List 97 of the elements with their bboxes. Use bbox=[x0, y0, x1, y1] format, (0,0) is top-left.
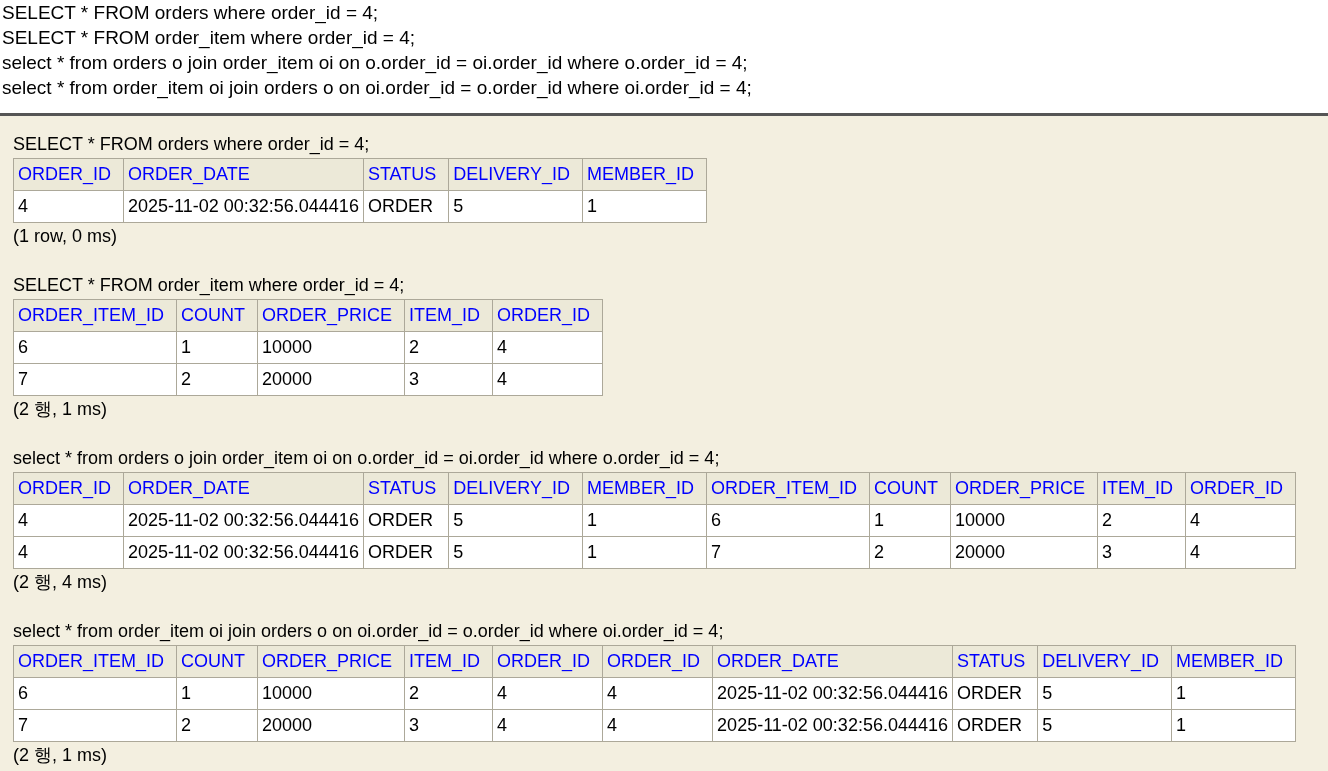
column-header: MEMBER_ID bbox=[582, 158, 707, 191]
column-header: STATUS bbox=[363, 472, 449, 505]
table-cell: 5 bbox=[448, 504, 583, 537]
column-header: ITEM_ID bbox=[1097, 472, 1186, 505]
table-cell: 5 bbox=[448, 190, 583, 223]
table-cell: 4 bbox=[492, 331, 603, 364]
column-header: ORDER_PRICE bbox=[257, 299, 405, 332]
table-cell: 2 bbox=[404, 677, 493, 710]
table-cell: 10000 bbox=[950, 504, 1098, 537]
table-cell: 2025-11-02 00:32:56.044416 bbox=[123, 504, 364, 537]
table-cell: 1 bbox=[176, 331, 258, 364]
table-cell: 1 bbox=[1171, 677, 1296, 710]
column-header: ORDER_ID bbox=[1185, 472, 1296, 505]
table-cell: 2 bbox=[869, 536, 951, 569]
table-cell: 2 bbox=[1097, 504, 1186, 537]
column-header: ORDER_ID bbox=[492, 645, 603, 678]
column-header: MEMBER_ID bbox=[582, 472, 707, 505]
table-cell: 2025-11-02 00:32:56.044416 bbox=[712, 709, 953, 742]
column-header: DELIVERY_ID bbox=[448, 158, 583, 191]
result-summary: (2 행, 1 ms) bbox=[13, 399, 107, 419]
table-cell: 1 bbox=[176, 677, 258, 710]
sql-statement: select * from orders o join order_item oi on o.order_id = oi.order_id where o.order_id = 4; bbox=[2, 51, 748, 75]
table-cell: 2 bbox=[176, 709, 258, 742]
table-cell: 6 bbox=[13, 331, 177, 364]
column-header: COUNT bbox=[869, 472, 951, 505]
column-header: ORDER_PRICE bbox=[257, 645, 405, 678]
table-cell: ORDER bbox=[363, 536, 449, 569]
query-text: SELECT * FROM order_item where order_id = 4; bbox=[13, 275, 405, 295]
table-cell: 1 bbox=[1171, 709, 1296, 742]
column-header: MEMBER_ID bbox=[1171, 645, 1296, 678]
query-text: select * from order_item oi join orders o on oi.order_id = o.order_id where oi.order_id = 4; bbox=[13, 621, 724, 641]
table-cell: 4 bbox=[13, 190, 124, 223]
table-cell: 6 bbox=[13, 677, 177, 710]
column-header: DELIVERY_ID bbox=[448, 472, 583, 505]
table-cell: 20000 bbox=[257, 363, 405, 396]
column-header: ORDER_ID bbox=[602, 645, 713, 678]
column-header: COUNT bbox=[176, 299, 258, 332]
table-cell: 7 bbox=[706, 536, 870, 569]
table-cell: ORDER bbox=[952, 677, 1038, 710]
table-cell: 4 bbox=[1185, 504, 1296, 537]
column-header: ITEM_ID bbox=[404, 299, 493, 332]
table-cell: 4 bbox=[492, 709, 603, 742]
table-cell: 4 bbox=[13, 536, 124, 569]
table-cell: 2 bbox=[404, 331, 493, 364]
table-cell: 5 bbox=[448, 536, 583, 569]
table-cell: 3 bbox=[1097, 536, 1186, 569]
column-header: ORDER_DATE bbox=[123, 472, 364, 505]
column-header: ORDER_PRICE bbox=[950, 472, 1098, 505]
table-cell: 4 bbox=[602, 677, 713, 710]
column-header: STATUS bbox=[363, 158, 449, 191]
table-cell: 2025-11-02 00:32:56.044416 bbox=[123, 190, 364, 223]
table-cell: ORDER bbox=[363, 190, 449, 223]
table-cell: 3 bbox=[404, 709, 493, 742]
column-header: ORDER_ITEM_ID bbox=[13, 645, 177, 678]
sql-statement: SELECT * FROM order_item where order_id = 4; bbox=[2, 26, 416, 50]
column-header: STATUS bbox=[952, 645, 1038, 678]
table-cell: 20000 bbox=[257, 709, 405, 742]
table-cell: 4 bbox=[1185, 536, 1296, 569]
table-cell: 1 bbox=[582, 536, 707, 569]
result-summary: (1 row, 0 ms) bbox=[13, 226, 118, 246]
column-header: ORDER_DATE bbox=[123, 158, 364, 191]
sql-statement: SELECT * FROM orders where order_id = 4; bbox=[2, 1, 379, 25]
table-cell: 2025-11-02 00:32:56.044416 bbox=[712, 677, 953, 710]
table-cell: 10000 bbox=[257, 677, 405, 710]
column-header: ORDER_ID bbox=[13, 158, 124, 191]
table-cell: ORDER bbox=[952, 709, 1038, 742]
column-header: ITEM_ID bbox=[404, 645, 493, 678]
table-cell: 5 bbox=[1037, 709, 1172, 742]
column-header: ORDER_ID bbox=[492, 299, 603, 332]
column-header: DELIVERY_ID bbox=[1037, 645, 1172, 678]
table-cell: 3 bbox=[404, 363, 493, 396]
sql-statement: select * from order_item oi join orders o on oi.order_id = o.order_id where oi.order_id = 4; bbox=[2, 76, 752, 100]
table-cell: 20000 bbox=[950, 536, 1098, 569]
table-cell: 4 bbox=[602, 709, 713, 742]
table-cell: 7 bbox=[13, 363, 177, 396]
column-header: ORDER_DATE bbox=[712, 645, 953, 678]
table-cell: 1 bbox=[582, 190, 707, 223]
table-cell: 10000 bbox=[257, 331, 405, 364]
column-header: ORDER_ID bbox=[13, 472, 124, 505]
table-cell: 2 bbox=[176, 363, 258, 396]
table-cell: 4 bbox=[13, 504, 124, 537]
table-cell: 2025-11-02 00:32:56.044416 bbox=[123, 536, 364, 569]
table-cell: 1 bbox=[582, 504, 707, 537]
result-summary: (2 행, 4 ms) bbox=[13, 572, 107, 592]
table-cell: 6 bbox=[706, 504, 870, 537]
column-header: COUNT bbox=[176, 645, 258, 678]
query-text: select * from orders o join order_item oi on o.order_id = oi.order_id where o.order_id = 4; bbox=[13, 448, 720, 468]
table-cell: 1 bbox=[869, 504, 951, 537]
query-text: SELECT * FROM orders where order_id = 4; bbox=[13, 134, 370, 154]
column-header: ORDER_ITEM_ID bbox=[13, 299, 177, 332]
table-cell: ORDER bbox=[363, 504, 449, 537]
result-summary: (2 행, 1 ms) bbox=[13, 745, 107, 765]
column-header: ORDER_ITEM_ID bbox=[706, 472, 870, 505]
table-cell: 4 bbox=[492, 363, 603, 396]
table-cell: 5 bbox=[1037, 677, 1172, 710]
table-cell: 7 bbox=[13, 709, 177, 742]
table-cell: 4 bbox=[492, 677, 603, 710]
